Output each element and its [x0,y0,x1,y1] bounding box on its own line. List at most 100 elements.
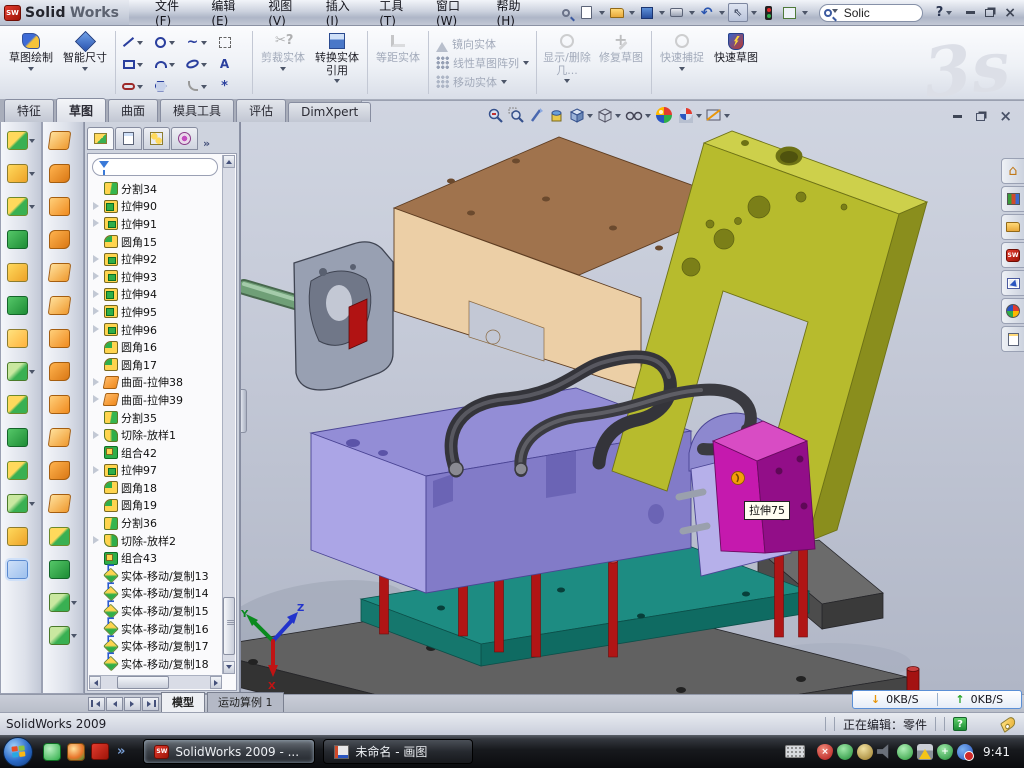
scroll-up-button[interactable] [223,155,235,168]
quick-launch-solidworks-icon[interactable] [91,743,109,760]
smart-dimension-dropdown-icon[interactable] [82,67,88,74]
tree-item[interactable]: 组合42 [90,444,222,462]
file-explorer-button[interactable] [1001,214,1024,240]
tab-dimxpert-manager[interactable] [171,127,198,150]
surface-tool-button[interactable] [49,427,77,448]
expand-arrow-icon[interactable] [92,290,101,299]
surface-tool-button[interactable] [49,328,77,349]
feature-tool-button[interactable] [7,460,35,481]
rapid-sketch-button[interactable]: 快速草图 [709,28,763,97]
ribbon-tab[interactable]: 模具工具 [160,99,234,122]
surface-tool-button[interactable] [49,493,77,514]
pan-wand-icon[interactable] [529,107,544,124]
sketch-dropdown-icon[interactable] [28,67,34,74]
tree-item[interactable]: 拉伸96 [90,321,222,339]
last-tab-button[interactable] [142,697,159,711]
tray-sync-blocked-icon[interactable] [957,744,973,760]
taskbar-clock[interactable]: 9:41 [983,745,1010,759]
zoom-area-icon[interactable] [508,107,525,124]
feature-tool-button[interactable] [7,229,35,250]
tree-item[interactable]: 分割35 [90,409,222,427]
next-tab-button[interactable] [124,697,141,711]
tree-item[interactable]: 圆角17 [90,356,222,374]
undo-dropdown-icon[interactable] [719,11,725,18]
surface-tool-button[interactable] [49,559,77,580]
surface-tool-button[interactable] [49,229,77,250]
expand-arrow-icon[interactable] [92,589,101,598]
display-style-icon[interactable] [597,107,621,124]
tray-network-warning-icon[interactable] [917,744,933,760]
mirror-entities-button[interactable]: 镜向实体 [436,36,529,52]
scroll-down-button[interactable] [223,661,235,674]
repair-sketch-button[interactable]: 修复草图 [594,28,648,97]
view-palette-button[interactable] [1001,270,1024,296]
expand-arrow-icon[interactable] [92,554,101,563]
expand-arrow-icon[interactable] [92,501,101,510]
open-dropdown-icon[interactable] [629,11,635,18]
save-icon[interactable] [638,4,656,21]
lasso-tool[interactable] [217,31,247,53]
tree-item[interactable]: 切除-放样2 [90,532,222,550]
scroll-thumb[interactable] [223,597,235,655]
expand-arrow-icon[interactable] [92,536,101,545]
expand-arrow-icon[interactable] [92,360,101,369]
surface-tool-button[interactable] [49,163,77,184]
search-box[interactable] [819,4,923,22]
start-button[interactable] [3,737,33,767]
select-cursor-icon[interactable]: ⇖ [728,3,748,22]
tree-item[interactable]: 曲面-拉伸38 [90,374,222,392]
design-library-button[interactable] [1001,186,1024,212]
help-button[interactable]: ? [936,5,944,20]
open-icon[interactable] [608,4,626,21]
print-dropdown-icon[interactable] [689,11,695,18]
help-dropdown-icon[interactable] [946,11,952,18]
surface-tool-button[interactable] [49,196,77,217]
quick-tips-icon[interactable]: ? [953,717,967,731]
feature-tool-button[interactable] [7,295,35,316]
expand-arrow-icon[interactable] [92,325,101,334]
slot-tool[interactable] [121,75,151,97]
previous-tab-button[interactable] [106,697,123,711]
expand-arrow-icon[interactable] [92,378,101,387]
quick-snaps-button[interactable]: 快速捕捉 [655,28,709,97]
surface-tool-button[interactable] [49,262,77,283]
tray-volume-icon[interactable] [877,744,893,760]
tree-item[interactable]: 拉伸92 [90,250,222,268]
spline-tool[interactable]: ~ [185,31,215,53]
tab-feature-manager[interactable] [87,127,114,150]
point-tool[interactable]: * [217,75,247,97]
surface-tool-button[interactable] [49,295,77,316]
tree-item[interactable]: 拉伸93 [90,268,222,286]
feature-tool-button[interactable] [7,163,35,184]
taskbar-button-paint[interactable]: 未命名 - 画图 [323,739,473,764]
restore-button[interactable] [985,9,994,17]
solidworks-resources-button[interactable]: ⌂ [1001,158,1024,184]
feature-tool-button[interactable] [7,559,35,580]
expand-arrow-icon[interactable] [92,659,101,668]
expand-arrow-icon[interactable] [92,307,101,316]
scroll-thumb[interactable] [117,676,169,689]
search-scope-dropdown-icon[interactable] [832,9,838,16]
model-tab[interactable]: 运动算例 1 [207,692,284,712]
options-list-icon[interactable] [781,4,799,21]
tree-item[interactable]: 拉伸94 [90,286,222,304]
tree-item[interactable]: 拉伸97 [90,462,222,480]
clamp-fixture[interactable] [244,242,393,390]
surface-tool-button[interactable] [49,526,77,547]
view-settings-icon[interactable] [706,108,730,123]
appearances-scenes-button[interactable] [1001,298,1024,324]
offset-entities-button[interactable]: 等距实体 [371,28,425,97]
expand-arrow-icon[interactable] [92,413,101,422]
convert-entities-button[interactable]: 转换实体引用 [310,28,364,97]
trim-entities-button[interactable]: ✂? 剪裁实体 [256,28,310,97]
expand-arrow-icon[interactable] [92,237,101,246]
feature-tool-button[interactable] [7,526,35,547]
tree-item[interactable]: 切除-放样1 [90,426,222,444]
sketch-fillet-tool[interactable] [185,75,215,97]
expand-arrow-icon[interactable] [92,219,101,228]
move-entities-button[interactable]: 移动实体 [436,74,529,90]
display-delete-relations-button[interactable]: 显示/删除几... [540,28,594,97]
surface-tool-button[interactable] [49,592,77,613]
expand-arrow-icon[interactable] [92,624,101,633]
expand-arrow-icon[interactable] [92,571,101,580]
